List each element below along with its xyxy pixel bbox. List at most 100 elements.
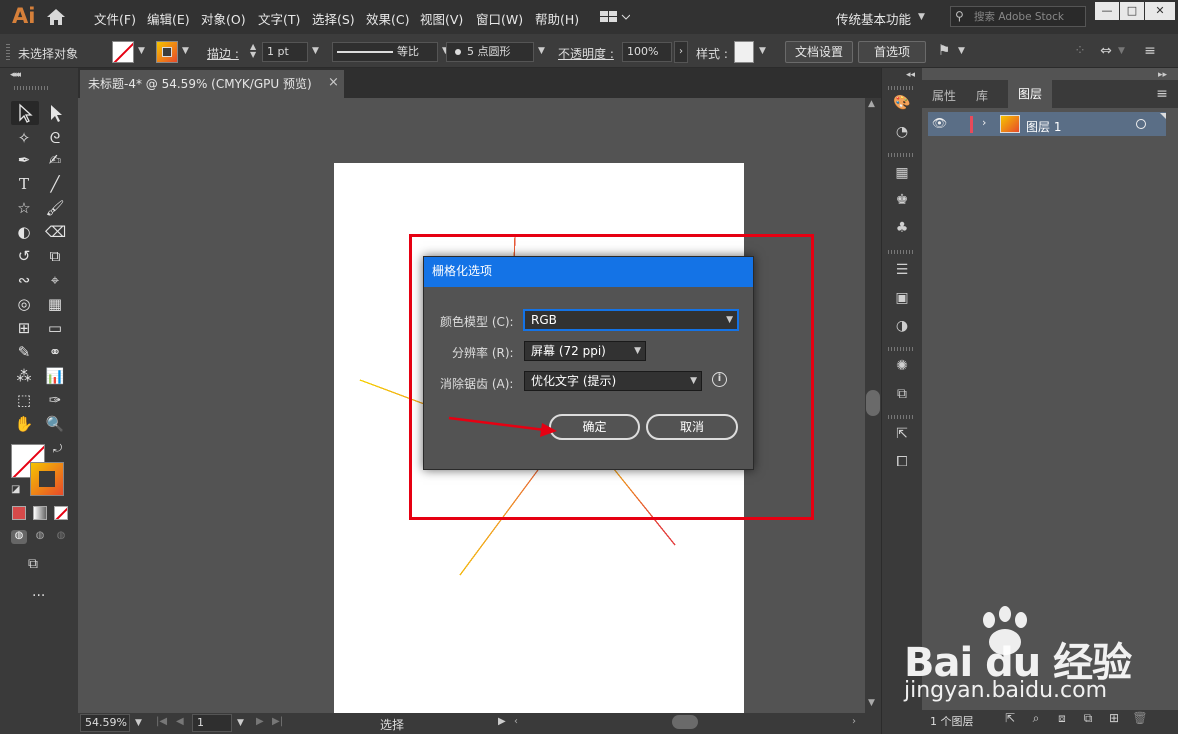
arrange-documents-icon[interactable] xyxy=(600,9,631,25)
warp-tool-icon[interactable]: ∾ xyxy=(14,270,34,290)
panel-menu-icon[interactable]: ≡ xyxy=(1138,43,1162,59)
puppet-dropdown-icon[interactable]: ▼ xyxy=(958,46,965,56)
menu-file[interactable]: 文件(F) xyxy=(94,9,136,28)
symbol-sprayer-tool-icon[interactable]: ⁂ xyxy=(14,366,34,386)
collect-export-icon[interactable]: ⇱ xyxy=(998,711,1022,725)
shaper-tool-icon[interactable]: ◐ xyxy=(14,222,34,242)
delete-layer-icon[interactable]: 🗑 xyxy=(1128,711,1152,725)
menu-select[interactable]: 选择(S) xyxy=(312,9,355,28)
swatches-icon[interactable]: ▦ xyxy=(890,165,914,181)
opacity-arrow-icon[interactable]: › xyxy=(674,41,688,63)
star-tool-icon[interactable]: ☆ xyxy=(14,198,34,218)
dock-grip[interactable] xyxy=(888,153,914,157)
opacity-field[interactable]: 100% xyxy=(622,42,672,62)
document-tab[interactable]: 未标题-4* @ 54.59% (CMYK/GPU 预览) xyxy=(80,70,344,98)
default-colors-icon[interactable]: ◪ xyxy=(11,484,20,495)
brush-dropdown-icon[interactable]: ▼ xyxy=(538,46,545,56)
antialiasing-select[interactable]: 优化文字 (提示) ▼ xyxy=(524,371,702,391)
menu-type[interactable]: 文字(T) xyxy=(258,9,300,28)
panel-menu-icon[interactable]: ≡ xyxy=(1150,86,1174,102)
artboard-dropdown-icon[interactable]: ▼ xyxy=(237,718,244,728)
expand-dock-icon[interactable]: ◂◂ xyxy=(906,70,915,80)
tab-libraries[interactable]: 库 xyxy=(976,87,988,104)
line-tool-icon[interactable]: ╱ xyxy=(45,174,65,194)
info-icon[interactable]: i xyxy=(712,372,727,387)
brush-definition-field[interactable]: 5 点圆形 xyxy=(446,42,534,62)
color-guide-icon[interactable]: 🎨 xyxy=(890,95,914,111)
artboard-number-field[interactable]: 1 xyxy=(192,714,232,732)
hand-tool-icon[interactable]: ✋ xyxy=(14,414,34,434)
graphic-style-swatch[interactable] xyxy=(734,41,754,63)
draw-behind-icon[interactable]: ◍ xyxy=(32,530,48,544)
dock-grip[interactable] xyxy=(888,347,914,351)
draw-inside-icon[interactable]: ◍ xyxy=(53,530,69,544)
menu-object[interactable]: 对象(O) xyxy=(201,9,246,28)
menu-edit[interactable]: 编辑(E) xyxy=(147,9,190,28)
shape-builder-tool-icon[interactable]: ◎ xyxy=(14,294,34,314)
last-artboard-icon[interactable]: ▶| xyxy=(272,716,283,727)
style-dropdown-icon[interactable]: ▼ xyxy=(759,46,766,56)
stroke-label[interactable]: 描边 : xyxy=(207,45,239,62)
new-sublayer-icon[interactable]: ⧉ xyxy=(1076,711,1100,726)
horizontal-scroll-thumb[interactable] xyxy=(672,715,698,729)
magic-wand-tool-icon[interactable]: ✧ xyxy=(14,128,34,148)
brushes-icon[interactable]: ♚ xyxy=(890,192,914,208)
control-bar-grip[interactable] xyxy=(6,42,10,60)
none-mode-button[interactable] xyxy=(54,506,68,520)
scroll-left-icon[interactable]: ‹ xyxy=(514,716,518,727)
scroll-right-icon[interactable]: › xyxy=(852,716,856,727)
blend-tool-icon[interactable]: ⚭ xyxy=(45,342,65,362)
curvature-tool-icon[interactable]: ✍ xyxy=(45,150,65,170)
layer-target-icon[interactable] xyxy=(1136,119,1146,129)
artboards-icon[interactable]: ⧠ xyxy=(890,454,914,470)
perspective-grid-tool-icon[interactable]: ▦ xyxy=(45,294,65,314)
dock-grip[interactable] xyxy=(888,250,914,254)
cancel-button[interactable]: 取消 xyxy=(646,414,738,440)
free-transform-tool-icon[interactable]: ⌖ xyxy=(45,270,65,290)
stroke-profile-field[interactable]: 等比 xyxy=(332,42,438,62)
zoom-level-field[interactable]: 54.59% xyxy=(80,714,130,732)
scroll-down-icon[interactable]: ▼ xyxy=(868,698,875,708)
color-panel-icon[interactable]: ◔ xyxy=(890,124,914,140)
close-button[interactable]: ✕ xyxy=(1145,2,1175,20)
dock-grip[interactable] xyxy=(888,415,914,419)
gradient-mode-button[interactable] xyxy=(33,506,47,520)
transform-icon[interactable]: ⇔ xyxy=(1094,43,1118,59)
eraser-tool-icon[interactable]: ⌫ xyxy=(45,222,66,242)
stroke-weight-stepper[interactable]: ▲ ▼ xyxy=(250,43,260,61)
tab-layers[interactable]: 图层 xyxy=(1008,80,1052,108)
tab-properties[interactable]: 属性 xyxy=(932,87,956,104)
toolbar-grip[interactable] xyxy=(14,86,50,90)
dialog-title[interactable]: 栅格化选项 xyxy=(424,257,753,287)
maximize-button[interactable]: □ xyxy=(1120,2,1144,20)
transparency-icon[interactable]: ◑ xyxy=(890,318,914,334)
stroke-dropdown-icon[interactable]: ▼ xyxy=(182,46,189,56)
color-mode-button[interactable] xyxy=(12,506,26,520)
prev-artboard-icon[interactable]: ◀ xyxy=(176,716,184,727)
preferences-button[interactable]: 首选项 xyxy=(858,41,926,63)
menu-window[interactable]: 窗口(W) xyxy=(476,9,523,28)
menu-view[interactable]: 视图(V) xyxy=(420,9,463,28)
stroke-swatch[interactable] xyxy=(156,41,178,63)
lasso-tool-icon[interactable]: ᘓ xyxy=(45,128,65,148)
screen-mode-icon[interactable]: ⧉ xyxy=(28,556,38,572)
puppet-warp-icon[interactable]: ⚑ xyxy=(932,43,956,59)
workspace-switcher[interactable]: 传统基本功能 xyxy=(836,9,911,28)
scroll-up-icon[interactable]: ▲ xyxy=(868,99,875,109)
stroke-panel-icon[interactable]: ☰ xyxy=(890,262,914,278)
home-icon[interactable] xyxy=(46,8,66,26)
column-graph-tool-icon[interactable]: 📊 xyxy=(45,366,65,386)
draw-normal-icon[interactable]: ◍ xyxy=(11,530,27,544)
vertical-scroll-thumb[interactable] xyxy=(866,390,880,416)
zoom-tool-icon[interactable]: 🔍 xyxy=(45,414,65,434)
symbols-icon[interactable]: ♣ xyxy=(890,220,914,236)
fill-swatch[interactable] xyxy=(112,41,134,63)
scale-tool-icon[interactable]: ⧉ xyxy=(45,246,65,266)
artboard-tool-icon[interactable]: ⬚ xyxy=(14,390,34,410)
status-menu-icon[interactable]: ▶ xyxy=(498,716,506,727)
next-artboard-icon[interactable]: ▶ xyxy=(256,716,264,727)
stroke-weight-dropdown-icon[interactable]: ▼ xyxy=(312,46,319,56)
minimize-button[interactable]: — xyxy=(1095,2,1119,20)
stroke-weight-field[interactable]: 1 pt xyxy=(262,42,308,62)
export-icon[interactable]: ⇱ xyxy=(890,426,914,442)
